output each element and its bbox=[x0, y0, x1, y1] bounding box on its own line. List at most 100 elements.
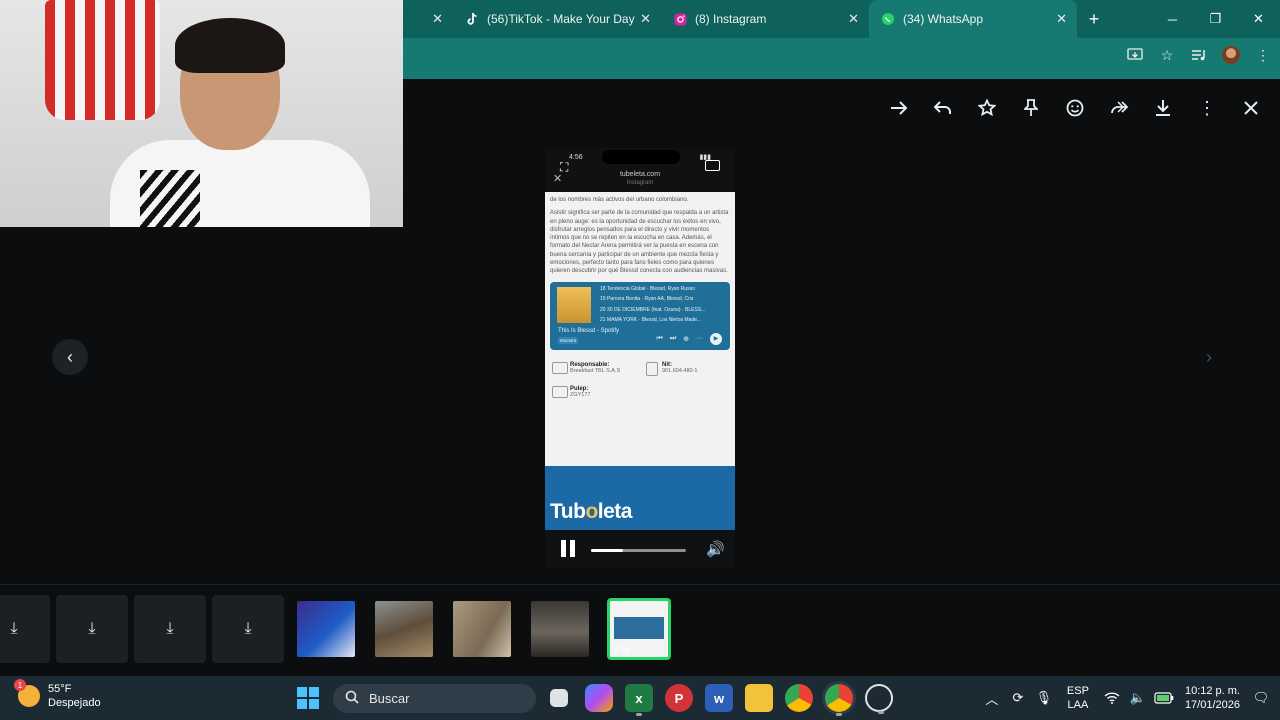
powerpoint-icon[interactable]: P bbox=[665, 684, 693, 712]
menu-more-icon[interactable]: ⋮ bbox=[1254, 46, 1272, 64]
language-layout: LAA bbox=[1067, 699, 1089, 711]
copilot-icon[interactable] bbox=[585, 684, 613, 712]
thumbnail-download[interactable]: ⤓ bbox=[0, 595, 50, 663]
preview-badge: Muestra bbox=[558, 336, 579, 344]
phone-time: 4:56 bbox=[569, 153, 583, 161]
thumbnail-image[interactable] bbox=[297, 601, 355, 657]
new-tab-button[interactable]: + bbox=[1077, 0, 1111, 38]
language-code: ESP bbox=[1066, 685, 1089, 697]
nit-value: 901.604.480-1 bbox=[662, 367, 698, 374]
fullscreen-icon[interactable]: ⛶ bbox=[560, 160, 568, 175]
language-indicator[interactable]: ESP LAA bbox=[1067, 684, 1089, 712]
tuboleta-footer: Tuboleta bbox=[545, 466, 735, 530]
forward-icon[interactable] bbox=[1108, 97, 1130, 119]
track-list: 18 Tendencia Global · Blessd, Ryan Russo… bbox=[600, 286, 722, 328]
sync-icon[interactable]: ⟳ bbox=[1007, 690, 1029, 706]
tab-close-icon[interactable]: ✕ bbox=[432, 11, 443, 27]
moon-icon: 1 bbox=[14, 679, 40, 707]
pause-button[interactable] bbox=[561, 540, 577, 557]
download-icon: ⤓ bbox=[88, 620, 96, 637]
previous-media-button[interactable]: ‹ bbox=[52, 339, 88, 375]
previous-track-icon: ⏮ bbox=[656, 334, 663, 342]
webcam-overlay bbox=[0, 0, 403, 227]
tab-label: (34) WhatsApp bbox=[903, 12, 984, 26]
wifi-icon[interactable] bbox=[1101, 692, 1123, 704]
thumbnail-download[interactable]: ⤓ bbox=[56, 595, 128, 663]
taskbar-search[interactable]: Buscar bbox=[333, 684, 536, 713]
emoji-icon[interactable] bbox=[1064, 97, 1086, 119]
play-icon: ▶ bbox=[710, 332, 722, 345]
microphone-icon[interactable]: 🎙 bbox=[1033, 690, 1055, 706]
thumbnail-video-selected[interactable]: 0:38 bbox=[607, 598, 671, 660]
reply-icon[interactable] bbox=[932, 97, 954, 119]
instagram-icon bbox=[673, 12, 687, 26]
minimize-button[interactable]: ─ bbox=[1151, 0, 1194, 38]
thumbnail-image[interactable] bbox=[375, 601, 433, 657]
thumbnail-image[interactable] bbox=[531, 601, 589, 657]
chevron-up-icon[interactable]: ︿ bbox=[981, 689, 1003, 708]
weather-condition: Despejado bbox=[48, 697, 101, 709]
thumbnail-download[interactable]: ⤓ bbox=[212, 595, 284, 663]
article-text: de los nombres más activos del urbano co… bbox=[550, 197, 689, 203]
close-icon[interactable] bbox=[1240, 97, 1262, 119]
window-controls: ─ ❐ ✕ bbox=[1151, 0, 1280, 38]
logo-accent: o bbox=[585, 500, 598, 523]
clock[interactable]: 10:12 p. m. 17/01/2026 bbox=[1185, 684, 1240, 712]
add-icon: ⊕ bbox=[683, 335, 689, 343]
video-duration: 0:38 bbox=[614, 646, 630, 655]
pin-icon[interactable] bbox=[1020, 97, 1042, 119]
more-icon: ··· bbox=[696, 335, 703, 343]
picture-in-picture-icon[interactable] bbox=[705, 160, 720, 171]
event-info: Responsable: Breakfast TBL S.A.S Nit: 90… bbox=[550, 361, 730, 422]
playlist-title: This Is Blessd - Spotify bbox=[558, 327, 620, 334]
notifications-icon[interactable]: 🗨 bbox=[1250, 690, 1272, 706]
volume-icon[interactable]: 🔊 bbox=[706, 540, 725, 558]
tab-instagram[interactable]: (8) Instagram ✕ bbox=[661, 0, 869, 38]
browser-tab-bar: ✕ (56)TikTok - Make Your Day ✕ (8) Insta… bbox=[403, 0, 1280, 38]
arrow-right-icon[interactable] bbox=[888, 97, 910, 119]
thumbnail-download[interactable]: ⤓ bbox=[134, 595, 206, 663]
battery-icon[interactable] bbox=[1153, 692, 1175, 704]
pulep-value: ZGY177 bbox=[570, 391, 591, 398]
tab-close-icon[interactable]: ✕ bbox=[848, 11, 859, 27]
task-view-icon[interactable] bbox=[550, 689, 568, 707]
chrome-icon[interactable] bbox=[785, 684, 813, 712]
install-app-icon[interactable] bbox=[1126, 46, 1144, 64]
weather-widget[interactable]: 1 55°F Despejado bbox=[14, 679, 101, 710]
chrome-profile-icon[interactable] bbox=[825, 684, 853, 716]
excel-icon[interactable]: x bbox=[625, 684, 653, 716]
track-row: 18 Tendencia Global · Blessd, Ryan Russo bbox=[600, 285, 695, 292]
playlist-cover bbox=[557, 286, 591, 323]
file-explorer-icon[interactable] bbox=[745, 684, 773, 712]
word-icon[interactable]: w bbox=[705, 684, 733, 712]
document-icon bbox=[646, 361, 658, 376]
tab-close-icon[interactable]: ✕ bbox=[1056, 11, 1067, 27]
bookmark-star-icon[interactable]: ☆ bbox=[1158, 46, 1176, 64]
chatgpt-icon[interactable] bbox=[865, 684, 893, 714]
thumbnail-image[interactable] bbox=[453, 601, 511, 657]
tab-tiktok[interactable]: (56)TikTok - Make Your Day ✕ bbox=[453, 0, 661, 38]
volume-icon[interactable]: 🔈 bbox=[1127, 690, 1149, 706]
video-progress-fill bbox=[591, 549, 624, 552]
restore-button[interactable]: ❐ bbox=[1194, 0, 1237, 38]
media-controls-icon[interactable] bbox=[1190, 46, 1208, 64]
time: 10:12 p. m. bbox=[1184, 685, 1240, 697]
browser-toolbar: ☆ ⋮ bbox=[403, 38, 1280, 79]
download-icon: ⤓ bbox=[244, 620, 252, 637]
spotify-controls: ⏮ ⏭ ⊕ ··· ▶ bbox=[656, 332, 722, 345]
more-icon[interactable]: ⋮ bbox=[1196, 97, 1218, 119]
start-button[interactable] bbox=[297, 687, 319, 709]
video-progress-bar[interactable] bbox=[591, 549, 686, 552]
tab-whatsapp[interactable]: (34) WhatsApp ✕ bbox=[869, 0, 1077, 38]
media-thumbnail-strip: ⤓ ⤓ ⤓ ⤓ 0:38 bbox=[0, 584, 1280, 676]
next-media-button[interactable]: › bbox=[1191, 339, 1227, 375]
close-window-button[interactable]: ✕ bbox=[1237, 0, 1280, 38]
tab-partial[interactable]: ✕ bbox=[403, 0, 453, 38]
phone-url-sub: Instagram bbox=[626, 179, 654, 186]
star-icon[interactable] bbox=[976, 97, 998, 119]
tab-close-icon[interactable]: ✕ bbox=[640, 11, 651, 27]
phone-url: tubeleta.com bbox=[619, 170, 661, 178]
profile-avatar[interactable] bbox=[1222, 46, 1240, 64]
download-icon[interactable] bbox=[1152, 97, 1174, 119]
video-player[interactable]: 4:56 ▮▮▮ ✕ tubeleta.com Instagram ⛶ de l… bbox=[545, 148, 735, 568]
